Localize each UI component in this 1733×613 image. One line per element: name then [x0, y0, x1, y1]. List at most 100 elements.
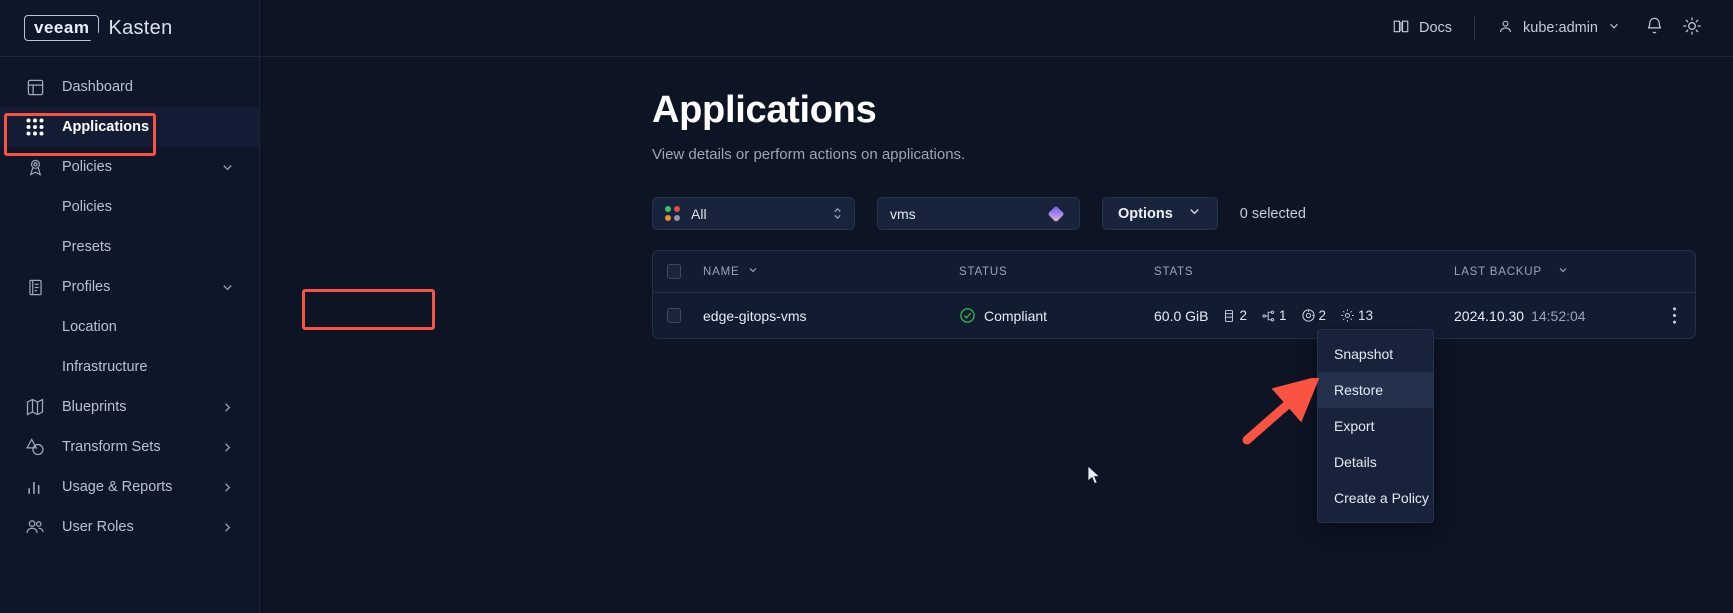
theme-toggle-button[interactable] [1673, 11, 1711, 45]
chevron-down-icon [1557, 264, 1569, 279]
search-input[interactable] [890, 205, 1040, 222]
menu-item-label: Details [1334, 454, 1377, 470]
main-area: Docs kube:admin Applications View detail… [260, 0, 1733, 613]
sidebar-item-usage-reports[interactable]: Usage & Reports [0, 467, 259, 507]
users-icon [24, 516, 46, 538]
menu-item-label: Restore [1334, 382, 1384, 398]
user-menu[interactable]: kube:admin [1483, 11, 1635, 45]
menu-item-create-a-policy[interactable]: Create a Policy [1318, 480, 1433, 516]
person-icon [1497, 18, 1514, 39]
applications-grid-icon [24, 116, 46, 138]
stat-network: 1 [1261, 308, 1287, 323]
sidebar-item-label: Blueprints [62, 399, 127, 415]
column-header-last-backup[interactable]: LAST BACKUP [1454, 264, 1634, 279]
sidebar-subitem-label: Infrastructure [62, 359, 148, 375]
application-name[interactable]: edge-gitops-vms [703, 308, 807, 324]
menu-item-details[interactable]: Details [1318, 444, 1433, 480]
column-header-name[interactable]: NAME [681, 264, 959, 279]
sidebar-item-user-roles[interactable]: User Roles [0, 507, 259, 547]
chevron-down-icon [1607, 19, 1621, 37]
sidebar-item-applications[interactable]: Applications [0, 107, 259, 147]
topbar-divider [1474, 15, 1476, 41]
check-circle-icon [959, 307, 976, 324]
sidebar-item-blueprints[interactable]: Blueprints [0, 387, 259, 427]
gem-diamond-icon [1045, 203, 1067, 225]
row-actions-menu: Snapshot Restore Export Details Create a… [1317, 329, 1434, 523]
database-icon [1222, 309, 1236, 323]
column-header-status: STATUS [959, 266, 1154, 278]
page-subtitle: View details or perform actions on appli… [652, 146, 966, 163]
sidebar-item-label: Profiles [62, 279, 111, 295]
docs-link[interactable]: Docs [1378, 11, 1466, 45]
applications-table: NAME STATUS STATS LAST BACKUP edge-gitop… [652, 250, 1696, 339]
chevron-right-icon[interactable] [220, 520, 235, 535]
sidebar-item-policies[interactable]: Policies [0, 147, 259, 187]
sidebar-item-label: Applications [62, 119, 150, 135]
column-header-label: NAME [703, 265, 740, 278]
table-row[interactable]: edge-gitops-vms Compliant 60.0 GiB 2 1 2… [653, 293, 1695, 338]
status-filter-value: All [691, 205, 707, 222]
menu-item-label: Export [1334, 418, 1375, 434]
status-filter-select[interactable]: All [652, 197, 855, 230]
row-checkbox[interactable] [667, 308, 681, 323]
docs-label: Docs [1418, 20, 1453, 36]
stat-value: 13 [1358, 308, 1374, 323]
chevron-down-icon [747, 264, 759, 279]
chevron-down-icon[interactable] [220, 160, 235, 175]
menu-item-label: Snapshot [1334, 346, 1394, 362]
stat-value: 2 [1239, 308, 1247, 323]
sidebar-item-label: Transform Sets [62, 439, 161, 455]
column-header-label: STATS [1154, 265, 1194, 278]
chevron-right-icon[interactable] [220, 440, 235, 455]
veeam-logo-badge: veeam [24, 15, 100, 41]
sidebar-item-label: Usage & Reports [62, 479, 173, 495]
chevron-down-icon [1187, 204, 1202, 223]
chevron-right-icon[interactable] [220, 400, 235, 415]
page-title: Applications [652, 89, 877, 131]
sort-updown-icon [832, 205, 843, 222]
sidebar-subitem-presets[interactable]: Presets [0, 227, 259, 267]
chevron-right-icon[interactable] [220, 480, 235, 495]
topbar: Docs kube:admin [260, 0, 1733, 57]
sidebar: veeam Kasten Dashboard Applications Poli… [0, 0, 260, 613]
selected-count-label: 0 selected [1239, 205, 1306, 222]
menu-item-export[interactable]: Export [1318, 408, 1433, 444]
options-button[interactable]: Options [1102, 197, 1218, 230]
menu-item-label: Create a Policy [1334, 490, 1429, 506]
sun-icon [1682, 16, 1702, 41]
policy-ribbon-icon [24, 156, 46, 178]
column-header-stats: STATS [1154, 266, 1454, 278]
four-dots-icon [665, 206, 680, 221]
sidebar-subitem-location[interactable]: Location [0, 307, 259, 347]
sidebar-subitem-policies[interactable]: Policies [0, 187, 259, 227]
app-root: veeam Kasten Dashboard Applications Poli… [0, 0, 1733, 613]
sidebar-item-dashboard[interactable]: Dashboard [0, 67, 259, 107]
chevron-down-icon[interactable] [220, 280, 235, 295]
sidebar-subitem-label: Presets [62, 239, 112, 255]
shapes-icon [24, 436, 46, 458]
status-label: Compliant [984, 307, 1048, 324]
page-content: Applications View details or perform act… [260, 57, 1733, 339]
bar-chart-icon [24, 476, 46, 498]
notifications-button[interactable] [1635, 11, 1673, 45]
options-label: Options [1118, 205, 1173, 222]
cell-status: Compliant [959, 307, 1154, 324]
profile-doc-icon [24, 276, 46, 298]
menu-item-snapshot[interactable]: Snapshot [1318, 336, 1433, 372]
dashboard-icon [24, 76, 46, 98]
select-all-checkbox[interactable] [667, 264, 681, 279]
snapshot-icon [1301, 308, 1316, 323]
stat-value: 1 [1279, 308, 1287, 323]
sidebar-item-profiles[interactable]: Profiles [0, 267, 259, 307]
sidebar-item-transform-sets[interactable]: Transform Sets [0, 427, 259, 467]
search-field[interactable] [877, 197, 1080, 230]
menu-item-restore[interactable]: Restore [1318, 372, 1433, 408]
column-header-label: STATUS [959, 265, 1008, 278]
cell-stats: 60.0 GiB 2 1 2 13 [1154, 308, 1454, 324]
sidebar-subitem-infrastructure[interactable]: Infrastructure [0, 347, 259, 387]
more-vertical-icon[interactable] [1672, 306, 1677, 325]
column-header-label: LAST BACKUP [1454, 265, 1542, 278]
backup-time: 14:52:04 [1531, 307, 1586, 324]
cell-last-backup: 2024.10.30 14:52:04 [1454, 308, 1634, 324]
brand-logo[interactable]: veeam Kasten [0, 0, 259, 57]
